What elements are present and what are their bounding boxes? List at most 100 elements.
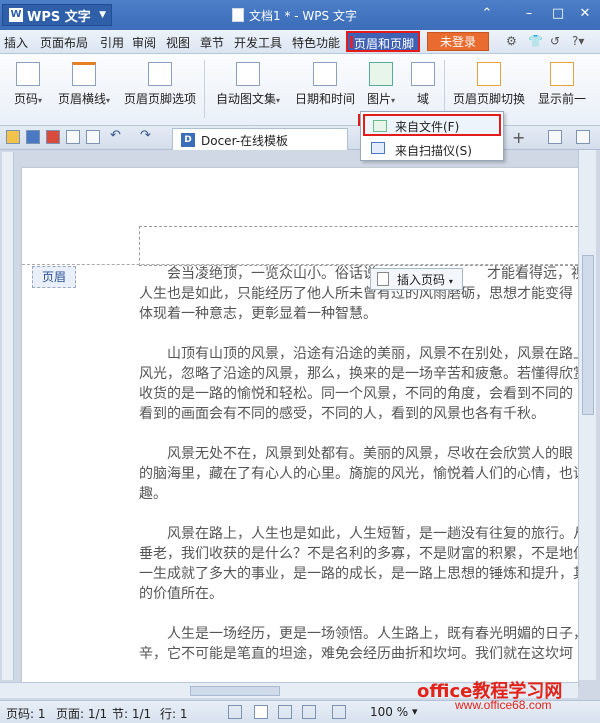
- maximize-button[interactable]: □: [549, 6, 567, 21]
- picture-button-content[interactable]: 图片▾: [360, 62, 402, 107]
- divider: [444, 60, 445, 118]
- help-icon[interactable]: ?▾: [572, 34, 584, 48]
- status-pages: 页面: 1/1: [56, 707, 108, 721]
- close-button[interactable]: ✕: [576, 6, 594, 21]
- skin-icon[interactable]: ⌃: [478, 6, 496, 21]
- gear-icon[interactable]: ⚙: [506, 34, 517, 48]
- wps-logo-icon: W: [9, 8, 23, 22]
- document-title: 文档1 * - WPS 文字: [232, 7, 357, 24]
- autotext-button[interactable]: 自动图文集▾: [212, 62, 284, 107]
- menu-header-footer[interactable]: 页眉和页脚: [346, 31, 420, 52]
- insert-page-number-button[interactable]: 插入页码 ▾: [370, 268, 463, 290]
- page-number-button[interactable]: 页码▾: [6, 62, 50, 107]
- text-line: 风景无处不在，风景到处都有。美丽的风景，尽收在会欣赏人的眼: [167, 446, 573, 462]
- autotext-label: 自动图文集: [215, 92, 276, 106]
- header-footer-switch-button[interactable]: 页眉页脚切换: [452, 62, 526, 107]
- field-icon: [411, 62, 435, 86]
- field-button[interactable]: 域: [408, 62, 438, 107]
- share-icon[interactable]: ↺: [550, 34, 560, 48]
- from-file-label: 来自文件(F): [395, 120, 460, 134]
- text-line: 人生是一场经历，更是一场领悟。人生路上，既有春光明媚的日子，: [167, 626, 578, 642]
- site-url-watermark: www.office68.com: [455, 698, 552, 712]
- insert-page-number-label: 插入页码: [397, 273, 446, 287]
- paragraph: 风景在路上，人生也是如此，人生短暂，是一趟没有往复的旅行。从 垂老，我们收获的是…: [139, 524, 578, 604]
- text-line: 垂老，我们收获的是什么？不是名利的多寡，不是财富的积累，不是地位: [139, 546, 578, 562]
- paragraph: 山顶有山顶的风景，沿途有沿途的美丽，风景不在别处，风景在路上 风光，忽略了沿途的…: [139, 344, 578, 424]
- header-footer-options-button[interactable]: 页眉页脚选项: [118, 62, 202, 107]
- minimize-button[interactable]: –: [520, 6, 538, 21]
- header-line-label: 页眉横线: [57, 92, 106, 106]
- text-line: 人生也是如此，只能经历了他人所未曾有过的风雨磨砺，思想才能变得: [139, 286, 573, 302]
- header-edit-area[interactable]: [139, 226, 578, 266]
- login-button[interactable]: 未登录: [427, 32, 489, 51]
- tab-bar: ↶ ↷ D Docer-在线模板 +: [0, 126, 600, 150]
- zoom-dropdown-icon[interactable]: ▾: [412, 705, 418, 718]
- from-file-menu-item[interactable]: 来自文件(F): [363, 114, 501, 136]
- scanner-icon: [371, 142, 385, 154]
- text-line: 一生成就了多大的事业，是一路的成长，是一路上思想的锤炼和提升，其: [139, 566, 578, 582]
- header-label: 页眉: [32, 266, 76, 288]
- menu-references[interactable]: 引用: [100, 34, 124, 51]
- show-previous-label: 显示前一: [537, 92, 586, 106]
- zoom-level: 100 %: [370, 705, 409, 719]
- paragraph: 会当凌绝顶，一览众山小。俗话说才能看得远，视野 人生也是如此，只能经历了他人所未…: [139, 264, 578, 324]
- menu-page-layout[interactable]: 页面布局: [40, 34, 88, 51]
- menu-view[interactable]: 视图: [166, 34, 190, 51]
- text-line: 风景在路上，人生也是如此，人生短暂，是一趟没有往复的旅行。从: [167, 526, 578, 542]
- paragraph: 人生是一场经历，更是一场领悟。人生路上，既有春光明媚的日子， 辛，它不可能是笔直…: [139, 624, 578, 664]
- wps-app-button[interactable]: W WPS 文字 ▼: [2, 4, 112, 26]
- page-number-label: 页码: [13, 92, 38, 106]
- preview-icon[interactable]: [86, 130, 100, 144]
- text-line: 的脑海里，藏在了有心人的心里。旖旎的风光，愉悦着人们的心情，也诉: [139, 466, 578, 482]
- calendar-icon: [313, 62, 337, 86]
- document-body[interactable]: 会当凌绝顶，一览众山小。俗话说才能看得远，视野 人生也是如此，只能经历了他人所未…: [139, 264, 578, 684]
- grid-icon[interactable]: [548, 130, 562, 144]
- text-line: 体现着一种意志，更彰显着一种智慧。: [139, 306, 377, 322]
- pdf-icon[interactable]: [46, 130, 60, 144]
- pencil-page-icon: [148, 62, 172, 86]
- web-view-icon[interactable]: [302, 705, 316, 719]
- scrollbar-thumb[interactable]: [190, 686, 280, 696]
- save-icon[interactable]: [26, 130, 40, 144]
- tab-docer[interactable]: D Docer-在线模板: [172, 128, 348, 150]
- picture-dropdown-menu: 来自文件(F) 来自扫描仪(S): [360, 111, 504, 161]
- page-view-icon[interactable]: [254, 705, 268, 719]
- print-icon[interactable]: [66, 130, 80, 144]
- reading-view-icon[interactable]: [332, 705, 346, 719]
- date-time-button[interactable]: 日期和时间: [292, 62, 358, 107]
- text-line: 山顶有山顶的风景，沿途有沿途的美丽，风景不在别处，风景在路上: [167, 346, 578, 362]
- show-previous-button[interactable]: 显示前一: [534, 62, 590, 107]
- from-scanner-menu-item[interactable]: 来自扫描仪(S): [363, 138, 501, 160]
- undo-icon[interactable]: ↶: [110, 129, 124, 144]
- header-line-button[interactable]: 页眉横线▾: [52, 62, 116, 107]
- redo-icon[interactable]: ↷: [140, 129, 154, 144]
- document-icon: [232, 8, 244, 22]
- menu-insert[interactable]: 插入: [4, 34, 28, 51]
- picture-label: 图片: [366, 92, 391, 106]
- tab-menu-icon[interactable]: [576, 130, 590, 144]
- open-folder-icon[interactable]: [6, 130, 20, 144]
- new-tab-button[interactable]: +: [512, 128, 525, 147]
- divider: [204, 60, 205, 118]
- switch-icon: [477, 62, 501, 86]
- scrollbar-thumb[interactable]: [582, 255, 594, 415]
- document-page[interactable]: 页眉 会当凌绝顶，一览众山小。俗话说才能看得远，视野 人生也是如此，只能经历了他…: [22, 168, 578, 688]
- shirt-icon[interactable]: 👕: [528, 34, 543, 48]
- vertical-scrollbar[interactable]: [578, 150, 596, 680]
- menu-features[interactable]: 特色功能: [292, 34, 340, 51]
- ribbon-toolbar: 页码▾ 页眉横线▾ 页眉页脚选项 自动图文集▾ 日期和时间 图片▾ 域 页眉页脚…: [0, 54, 600, 164]
- menu-developer[interactable]: 开发工具: [234, 34, 282, 51]
- autotext-icon: [236, 62, 260, 86]
- date-time-label: 日期和时间: [294, 92, 355, 106]
- text-line: 看到的画面会有不同的感受，不同的人，看到的风景也各有千秋。: [139, 406, 545, 422]
- outline-view-icon[interactable]: [278, 705, 292, 719]
- from-scanner-label: 来自扫描仪(S): [395, 144, 472, 158]
- header-line-icon: [72, 62, 96, 86]
- menu-review[interactable]: 审阅: [132, 34, 156, 51]
- text-line: 趣。: [139, 486, 167, 502]
- fullscreen-icon[interactable]: [228, 705, 242, 719]
- vertical-ruler: [2, 152, 14, 680]
- menu-chapter[interactable]: 章节: [200, 34, 224, 51]
- field-label: 域: [416, 92, 429, 106]
- tab-docer-label: Docer-在线模板: [201, 134, 289, 148]
